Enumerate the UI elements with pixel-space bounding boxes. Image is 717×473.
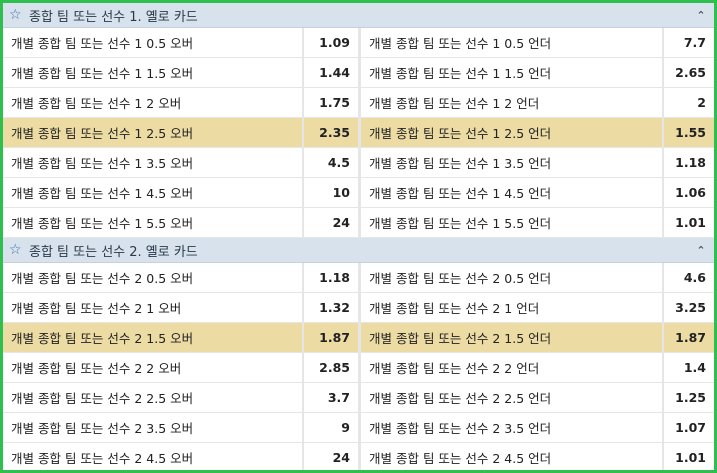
under-outcome-label[interactable]: 개별 종합 팀 또는 선수 1 3.5 언더 (361, 148, 663, 177)
over-outcome-label[interactable]: 개별 종합 팀 또는 선수 2 3.5 오버 (3, 413, 303, 442)
market-section-title: 종합 팀 또는 선수 2. 옐로 카드 (29, 244, 198, 260)
under-outcome-label[interactable]: 개별 종합 팀 또는 선수 2 0.5 언더 (361, 263, 663, 292)
under-odds-button[interactable]: 1.06 (664, 178, 714, 207)
over-odds-button[interactable]: 1.32 (304, 293, 358, 322)
over-odds-button[interactable]: 24 (304, 208, 358, 237)
over-outcome-label[interactable]: 개별 종합 팀 또는 선수 1 4.5 오버 (3, 178, 303, 207)
under-outcome-label[interactable]: 개별 종합 팀 또는 선수 2 1 언더 (361, 293, 663, 322)
over-outcome-label[interactable]: 개별 종합 팀 또는 선수 2 2 오버 (3, 353, 303, 382)
under-odds-button[interactable]: 4.6 (664, 263, 714, 292)
over-odds-button[interactable]: 2.85 (304, 353, 358, 382)
over-odds-button[interactable]: 1.09 (304, 28, 358, 57)
market-section-header[interactable]: ☆ 종합 팀 또는 선수 2. 옐로 카드 ⌃ (3, 238, 714, 263)
over-odds-button[interactable]: 1.18 (304, 263, 358, 292)
over-outcome-label[interactable]: 개별 종합 팀 또는 선수 1 1.5 오버 (3, 58, 303, 87)
under-outcome-label[interactable]: 개별 종합 팀 또는 선수 1 5.5 언더 (361, 208, 663, 237)
market-row: 개별 종합 팀 또는 선수 1 3.5 오버 4.5 개별 종합 팀 또는 선수 1… (3, 148, 714, 177)
over-outcome-label[interactable]: 개별 종합 팀 또는 선수 1 5.5 오버 (3, 208, 303, 237)
market-row: 개별 종합 팀 또는 선수 1 2 오버 1.75 개별 종합 팀 또는 선수 1 … (3, 88, 714, 117)
under-outcome-label[interactable]: 개별 종합 팀 또는 선수 2 2 언더 (361, 353, 663, 382)
over-odds-button[interactable]: 3.7 (304, 383, 358, 412)
over-odds-button[interactable]: 4.5 (304, 148, 358, 177)
favorite-star-icon[interactable]: ☆ (9, 7, 23, 23)
market-row: 개별 종합 팀 또는 선수 1 0.5 오버 1.09 개별 종합 팀 또는 선수 … (3, 28, 714, 57)
under-odds-button[interactable]: 1.55 (664, 118, 714, 147)
under-outcome-label[interactable]: 개별 종합 팀 또는 선수 1 2.5 언더 (361, 118, 663, 147)
over-odds-button[interactable]: 9 (304, 413, 358, 442)
under-outcome-label[interactable]: 개별 종합 팀 또는 선수 1 0.5 언더 (361, 28, 663, 57)
over-outcome-label[interactable]: 개별 종합 팀 또는 선수 1 2.5 오버 (3, 118, 303, 147)
market-row: 개별 종합 팀 또는 선수 1 1.5 오버 1.44 개별 종합 팀 또는 선수 … (3, 58, 714, 87)
over-outcome-label[interactable]: 개별 종합 팀 또는 선수 1 3.5 오버 (3, 148, 303, 177)
favorite-star-icon[interactable]: ☆ (9, 242, 23, 258)
market-row: 개별 종합 팀 또는 선수 1 4.5 오버 10 개별 종합 팀 또는 선수 1 … (3, 178, 714, 207)
over-odds-button[interactable]: 1.44 (304, 58, 358, 87)
under-odds-button[interactable]: 7.7 (664, 28, 714, 57)
under-outcome-label[interactable]: 개별 종합 팀 또는 선수 1 1.5 언더 (361, 58, 663, 87)
market-rows: 개별 종합 팀 또는 선수 1 0.5 오버 1.09 개별 종합 팀 또는 선수 … (3, 28, 714, 237)
over-outcome-label[interactable]: 개별 종합 팀 또는 선수 2 1 오버 (3, 293, 303, 322)
over-outcome-label[interactable]: 개별 종합 팀 또는 선수 1 0.5 오버 (3, 28, 303, 57)
over-odds-button[interactable]: 1.75 (304, 88, 358, 117)
over-odds-button[interactable]: 2.35 (304, 118, 358, 147)
under-outcome-label[interactable]: 개별 종합 팀 또는 선수 2 4.5 언더 (361, 443, 663, 470)
market-row: 개별 종합 팀 또는 선수 2 2 오버 2.85 개별 종합 팀 또는 선수 2 … (3, 353, 714, 382)
market-row: 개별 종합 팀 또는 선수 2 3.5 오버 9 개별 종합 팀 또는 선수 2 3… (3, 413, 714, 442)
under-outcome-label[interactable]: 개별 종합 팀 또는 선수 1 4.5 언더 (361, 178, 663, 207)
under-odds-button[interactable]: 2 (664, 88, 714, 117)
over-outcome-label[interactable]: 개별 종합 팀 또는 선수 1 2 오버 (3, 88, 303, 117)
over-odds-button[interactable]: 10 (304, 178, 358, 207)
market-row: 개별 종합 팀 또는 선수 1 2.5 오버 2.35 개별 종합 팀 또는 선수 … (3, 118, 714, 147)
under-outcome-label[interactable]: 개별 종합 팀 또는 선수 2 1.5 언더 (361, 323, 663, 352)
over-outcome-label[interactable]: 개별 종합 팀 또는 선수 2 2.5 오버 (3, 383, 303, 412)
betting-markets-panel: ☆ 종합 팀 또는 선수 1. 옐로 카드 ⌃ 개별 종합 팀 또는 선수 1 0.5… (3, 3, 714, 470)
under-odds-button[interactable]: 1.25 (664, 383, 714, 412)
market-section-title: 종합 팀 또는 선수 1. 옐로 카드 (29, 9, 198, 25)
under-odds-button[interactable]: 1.87 (664, 323, 714, 352)
under-odds-button[interactable]: 3.25 (664, 293, 714, 322)
under-outcome-label[interactable]: 개별 종합 팀 또는 선수 2 3.5 언더 (361, 413, 663, 442)
market-rows: 개별 종합 팀 또는 선수 2 0.5 오버 1.18 개별 종합 팀 또는 선수 … (3, 263, 714, 470)
over-odds-button[interactable]: 24 (304, 443, 358, 470)
over-outcome-label[interactable]: 개별 종합 팀 또는 선수 2 4.5 오버 (3, 443, 303, 470)
over-odds-button[interactable]: 1.87 (304, 323, 358, 352)
under-odds-button[interactable]: 1.4 (664, 353, 714, 382)
market-row: 개별 종합 팀 또는 선수 2 1 오버 1.32 개별 종합 팀 또는 선수 2 … (3, 293, 714, 322)
under-outcome-label[interactable]: 개별 종합 팀 또는 선수 2 2.5 언더 (361, 383, 663, 412)
market-row: 개별 종합 팀 또는 선수 1 5.5 오버 24 개별 종합 팀 또는 선수 1 … (3, 208, 714, 237)
chevron-up-icon[interactable]: ⌃ (694, 9, 708, 22)
over-outcome-label[interactable]: 개별 종합 팀 또는 선수 2 1.5 오버 (3, 323, 303, 352)
over-outcome-label[interactable]: 개별 종합 팀 또는 선수 2 0.5 오버 (3, 263, 303, 292)
market-section-header[interactable]: ☆ 종합 팀 또는 선수 1. 옐로 카드 ⌃ (3, 3, 714, 28)
chevron-up-icon[interactable]: ⌃ (694, 244, 708, 257)
under-odds-button[interactable]: 1.18 (664, 148, 714, 177)
under-outcome-label[interactable]: 개별 종합 팀 또는 선수 1 2 언더 (361, 88, 663, 117)
market-row: 개별 종합 팀 또는 선수 2 2.5 오버 3.7 개별 종합 팀 또는 선수 2… (3, 383, 714, 412)
under-odds-button[interactable]: 1.01 (664, 208, 714, 237)
under-odds-button[interactable]: 1.01 (664, 443, 714, 470)
under-odds-button[interactable]: 2.65 (664, 58, 714, 87)
market-row: 개별 종합 팀 또는 선수 2 1.5 오버 1.87 개별 종합 팀 또는 선수 … (3, 323, 714, 352)
market-row: 개별 종합 팀 또는 선수 2 0.5 오버 1.18 개별 종합 팀 또는 선수 … (3, 263, 714, 292)
market-row: 개별 종합 팀 또는 선수 2 4.5 오버 24 개별 종합 팀 또는 선수 2 … (3, 443, 714, 470)
under-odds-button[interactable]: 1.07 (664, 413, 714, 442)
